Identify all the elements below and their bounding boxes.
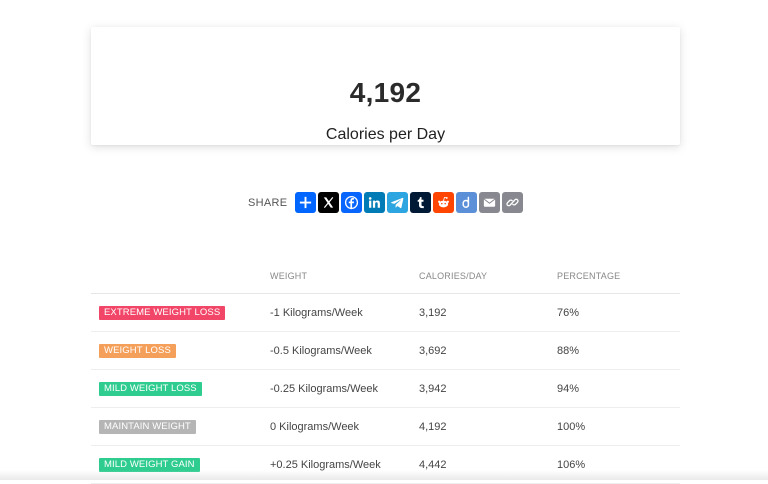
scroll-fade — [0, 470, 768, 480]
share-add-icon — [300, 196, 312, 209]
tumblr-icon — [418, 197, 425, 209]
percentage-cell: 88% — [557, 331, 680, 370]
reddit-icon — [438, 196, 450, 208]
weight-cell: 0 Kilograms/Week — [270, 407, 419, 446]
percentage-cell: 100% — [557, 407, 680, 446]
copy-link-icon — [506, 198, 519, 207]
goal-badge: EXTREME WEIGHT LOSS — [99, 305, 226, 320]
result-card: 4,192 Calories per Day — [91, 27, 680, 145]
share-email-button[interactable] — [479, 192, 501, 213]
email-icon — [484, 198, 496, 207]
goal-badge: MILD WEIGHT LOSS — [99, 381, 202, 396]
diaspora-icon — [462, 196, 470, 208]
table-row: WEIGHT LOSS -0.5 Kilograms/Week 3,692 88… — [91, 331, 680, 370]
table-row: MILD WEIGHT LOSS -0.25 Kilograms/Week 3,… — [91, 369, 680, 408]
weight-cell: -0.25 Kilograms/Week — [270, 369, 419, 408]
header-weight: WEIGHT — [270, 258, 419, 294]
header-calories: CALORIES/DAY — [419, 258, 557, 294]
table-row: MAINTAIN WEIGHT 0 Kilograms/Week 4,192 1… — [91, 407, 680, 446]
calories-unit-label: Calories per Day — [325, 126, 446, 143]
weight-cell: -0.5 Kilograms/Week — [270, 331, 419, 370]
weight-cell: -1 Kilograms/Week — [270, 293, 419, 332]
facebook-icon — [345, 195, 359, 210]
share-linkedin-button[interactable] — [364, 192, 386, 213]
share-x-button[interactable] — [318, 192, 340, 213]
share-copy-link-button[interactable] — [502, 192, 524, 213]
share-reddit-button[interactable] — [433, 192, 455, 213]
goal-badge: MAINTAIN WEIGHT — [99, 419, 196, 434]
percentage-cell: 76% — [557, 293, 680, 332]
share-add-button[interactable] — [295, 192, 317, 213]
calories-value: 4,192 — [349, 77, 422, 108]
share-diaspora-button[interactable] — [456, 192, 478, 213]
linkedin-icon — [369, 197, 381, 208]
share-label: SHARE — [248, 196, 288, 209]
calories-cell: 3,942 — [419, 369, 557, 408]
share-tumblr-button[interactable] — [410, 192, 432, 213]
calorie-goals-table: WEIGHT CALORIES/DAY PERCENTAGE EXTREME W… — [91, 258, 680, 484]
percentage-cell: 94% — [557, 369, 680, 408]
x-icon — [324, 196, 334, 209]
header-goal — [91, 258, 270, 294]
telegram-icon — [391, 197, 404, 209]
share-facebook-button[interactable] — [341, 192, 363, 213]
calories-cell: 4,192 — [419, 407, 557, 446]
table-row: EXTREME WEIGHT LOSS -1 Kilograms/Week 3,… — [91, 293, 680, 332]
share-telegram-button[interactable] — [387, 192, 409, 213]
share-bar: SHARE — [248, 192, 525, 213]
goal-badge: WEIGHT LOSS — [99, 343, 176, 358]
calories-cell: 3,692 — [419, 331, 557, 370]
header-percentage: PERCENTAGE — [557, 258, 680, 294]
table-header-row: WEIGHT CALORIES/DAY PERCENTAGE — [91, 258, 680, 294]
calories-cell: 3,192 — [419, 293, 557, 332]
